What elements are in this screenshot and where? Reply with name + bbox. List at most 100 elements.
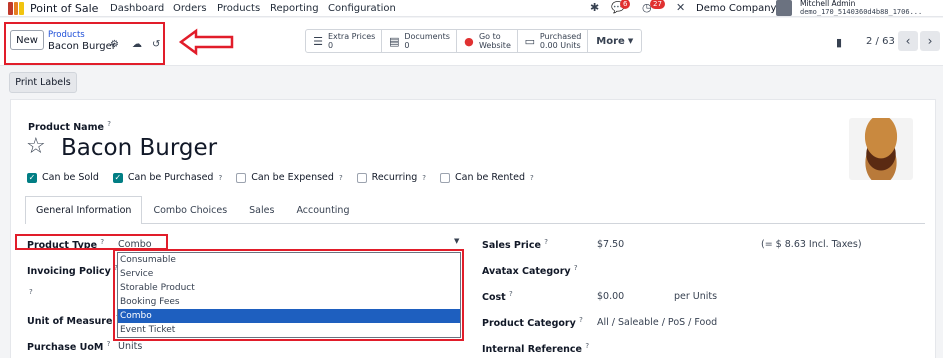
record-name: Bacon Burger [48,41,116,52]
document-icon: ▤ [389,34,400,48]
purchased-button[interactable]: ▭ Purchased 0.00 Units [518,30,589,52]
breadcrumb-products[interactable]: Products [48,30,85,40]
menu-reporting[interactable]: Reporting [270,3,319,14]
tab-general-information[interactable]: General Information [25,196,143,224]
help-mark[interactable]: ? [339,174,343,182]
favorite-star-icon[interactable]: ☆ [26,134,46,159]
can-be-sold-checkbox[interactable]: ✓ Can be Sold [27,172,99,183]
recurring-checkbox[interactable]: Recurring? [356,172,426,183]
can-be-purchased-checkbox[interactable]: ✓ Can be Purchased? [112,172,222,183]
help-mark[interactable]: ? [585,342,589,350]
documents-label: Documents [404,32,450,41]
bug-icon[interactable]: ✱ [590,1,599,14]
more-button[interactable]: More ▼ [588,30,641,52]
website-label: Website [478,41,511,50]
uom-label-text: Unit of Measure [27,316,113,328]
help-mark[interactable]: ? [574,264,578,272]
product-name-field[interactable]: Bacon Burger [61,135,217,161]
can-be-rented-checkbox[interactable]: Can be Rented? [439,172,534,183]
documents-value: 0 [404,41,410,50]
help-mark[interactable]: ? [530,174,534,182]
cost-label-text: Cost [482,292,506,304]
purchase-uom-label: Purchase UoM ? [27,340,110,353]
can-be-expensed-label: Can be Expensed [251,172,334,183]
list-icon: ☰ [313,34,323,48]
globe-icon: ● [464,34,474,48]
company-switcher[interactable]: Demo Company [696,3,776,14]
internal-reference-label: Internal Reference ? [482,342,589,355]
extra-prices-button[interactable]: ☰ Extra Prices 0 [306,30,383,52]
documents-button[interactable]: ▤ Documents 0 [382,30,457,52]
product-category-label: Product Category ? [482,316,583,329]
extra-prices-value: 0 [328,41,334,50]
control-panel: New Products Bacon Burger ⚙ ☁ ↺ ☰ Extra … [0,18,943,66]
invoicing-policy-label: Invoicing Policy ? [27,264,118,277]
form-tabs: General Information Combo Choices Sales … [25,196,925,224]
print-labels-button[interactable]: Print Labels [9,72,77,93]
user-name[interactable]: Mitchell Admin [800,0,855,8]
help-mark[interactable]: ? [218,174,222,182]
caret-down-icon[interactable]: ▼ [454,237,459,245]
cloud-save-icon[interactable]: ☁ [132,39,142,50]
menu-orders[interactable]: Orders [173,3,207,14]
user-database: demo_170_5140360d4b88_1706... [800,8,923,16]
help-mark[interactable]: ? [509,290,513,298]
menu-products[interactable]: Products [217,3,260,14]
avatar[interactable] [776,0,792,16]
smart-buttons: ☰ Extra Prices 0 ▤ Documents 0 ● Go to Webs… [305,29,643,53]
product-name-label-text: Product Name [28,122,104,134]
sales-price-label: Sales Price ? [482,238,548,251]
go-to-website-button[interactable]: ● Go to Website [457,30,518,52]
product-name-label: Product Name ? [28,120,111,133]
tools-icon[interactable]: ✕ [676,1,685,14]
menu-dashboard[interactable]: Dashboard [110,3,164,14]
app-name[interactable]: Point of Sale [30,2,98,15]
tab-accounting[interactable]: Accounting [285,196,360,223]
uom-label: Unit of Measure ? [27,314,119,327]
checkbox-empty-icon [439,172,450,183]
purchased-label: Purchased [539,32,582,41]
pager-previous[interactable]: ‹ [898,31,918,51]
discard-icon[interactable]: ↺ [152,39,160,50]
help-mark[interactable]: ? [579,316,583,324]
cost-value[interactable]: $0.00 [597,291,624,302]
new-button[interactable]: New [10,30,44,50]
pager-next[interactable]: › [920,31,940,51]
app-icon[interactable] [8,2,25,15]
incl-taxes-value: (= $ 8.63 Incl. Taxes) [761,239,862,250]
help-mark[interactable]: ? [107,340,111,348]
help-mark[interactable]: ? [29,288,33,296]
highlight-product-type [15,234,168,250]
avatax-category-label-text: Avatax Category [482,266,571,278]
tab-sales[interactable]: Sales [238,196,285,223]
purchase-uom-value[interactable]: Units [118,341,142,352]
can-be-sold-label: Can be Sold [42,172,99,183]
can-be-purchased-label: Can be Purchased [127,172,214,183]
checkbox-checked-icon: ✓ [112,172,123,183]
can-be-rented-label: Can be Rented [454,172,526,183]
purchased-icon: ▭ [524,34,536,48]
pager-value[interactable]: 2 / 63 [866,36,895,47]
caret-down-icon: ▼ [627,37,634,45]
sales-price-value[interactable]: $7.50 [597,239,624,250]
help-mark[interactable]: ? [422,174,426,182]
invoicing-policy-label-text: Invoicing Policy [27,266,111,278]
product-image[interactable] [849,118,913,180]
extra-prices-label: Extra Prices [328,32,376,41]
sales-price-label-text: Sales Price [482,240,541,252]
bookmark-icon[interactable]: ▮ [836,36,842,49]
product-options: ✓ Can be Sold ✓ Can be Purchased? Can be E… [27,172,534,183]
chevron-right-icon: › [927,34,933,48]
checkbox-empty-icon [236,172,247,183]
gear-icon[interactable]: ⚙ [110,39,119,50]
red-arrow-annotation [178,28,234,56]
tab-combo-choices[interactable]: Combo Choices [142,196,238,223]
help-mark[interactable]: ? [107,120,111,128]
product-category-value[interactable]: All / Saleable / PoS / Food [597,317,717,328]
help-mark[interactable]: ? [544,238,548,246]
can-be-expensed-checkbox[interactable]: Can be Expensed? [236,172,343,183]
product-category-label-text: Product Category [482,318,576,330]
menu-configuration[interactable]: Configuration [328,3,396,14]
chevron-left-icon: ‹ [905,34,911,48]
highlight-dropdown [113,249,464,341]
